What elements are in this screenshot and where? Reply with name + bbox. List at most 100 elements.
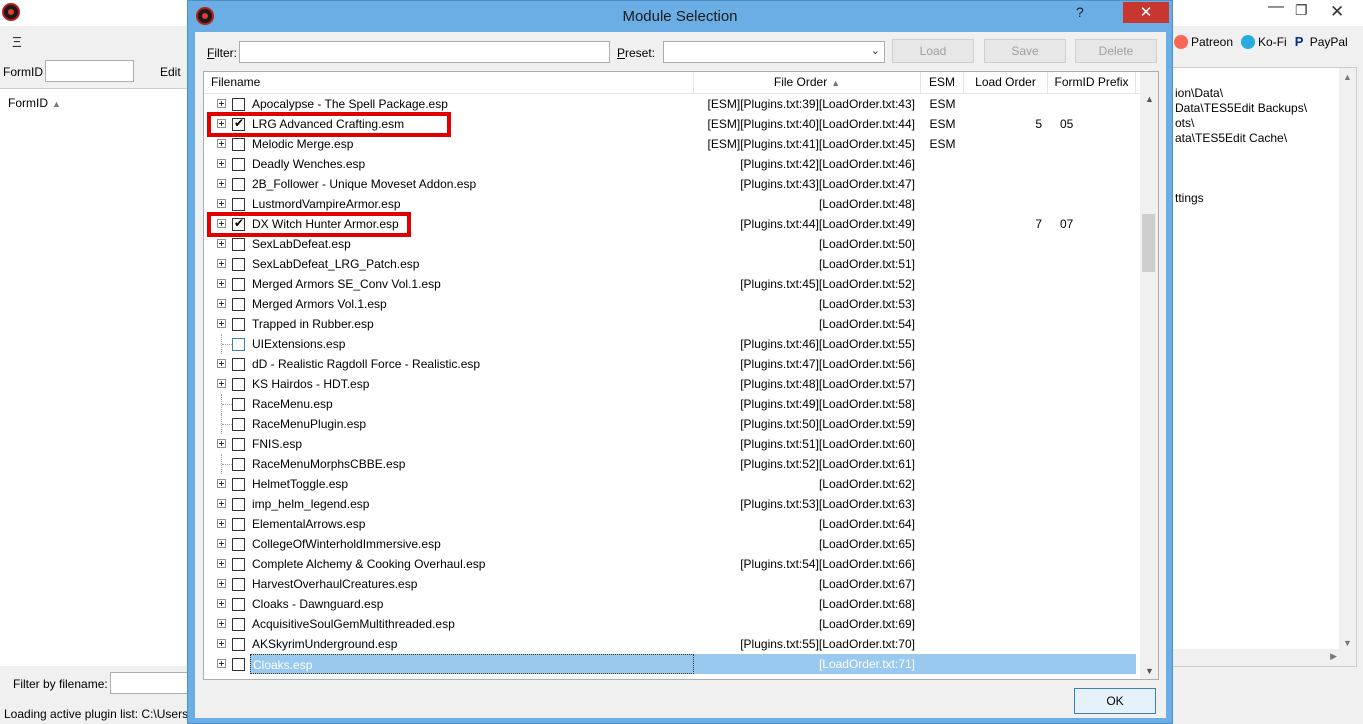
module-row[interactable]: Deadly Wenches.esp [Plugins.txt:42][LoadO… (204, 154, 1136, 174)
module-checkbox[interactable] (232, 418, 245, 431)
expand-plus-icon[interactable] (217, 619, 226, 628)
module-checkbox[interactable] (232, 598, 245, 611)
module-row[interactable]: Complete Alchemy & Cooking Overhaul.esp [… (204, 554, 1136, 574)
module-checkbox[interactable] (232, 378, 245, 391)
scroll-down-icon[interactable]: ▼ (1343, 638, 1352, 648)
module-row[interactable]: RaceMenuPlugin.esp [Plugins.txt:50][LoadO… (204, 414, 1136, 434)
expand-plus-icon[interactable] (217, 599, 226, 608)
module-checkbox[interactable] (232, 498, 245, 511)
expand-plus-icon[interactable] (217, 159, 226, 168)
module-checkbox[interactable] (232, 578, 245, 591)
module-row[interactable]: ElementalArrows.esp [LoadOrder.txt:64] (204, 514, 1136, 534)
expand-plus-icon[interactable] (217, 279, 226, 288)
module-row[interactable]: RaceMenuMorphsCBBE.esp [Plugins.txt:52][L… (204, 454, 1136, 474)
module-checkbox[interactable] (232, 158, 245, 171)
messages-vertical-scrollbar[interactable]: ▲ ▼ (1339, 68, 1356, 666)
module-checkbox[interactable] (232, 398, 245, 411)
module-checkbox[interactable] (232, 238, 245, 251)
load-button[interactable]: Load (892, 39, 974, 63)
expand-plus-icon[interactable] (217, 359, 226, 368)
column-header-filename[interactable]: Filename (204, 72, 694, 93)
module-row[interactable]: AKSkyrimUnderground.esp [Plugins.txt:55][… (204, 634, 1136, 654)
module-row[interactable]: KS Hairdos - HDT.esp [Plugins.txt:48][Loa… (204, 374, 1136, 394)
module-checkbox[interactable] (232, 178, 245, 191)
expand-plus-icon[interactable] (217, 379, 226, 388)
messages-horizontal-scrollbar[interactable]: ▶ (1173, 649, 1340, 666)
dialog-titlebar[interactable]: Module Selection ? ✕ (188, 1, 1172, 32)
module-row[interactable]: 2B_Follower - Unique Moveset Addon.esp [P… (204, 174, 1136, 194)
column-header-file-order[interactable]: File Order ▲ (694, 72, 921, 93)
scrollbar-thumb[interactable] (1142, 214, 1155, 272)
module-checkbox[interactable] (232, 318, 245, 331)
expand-plus-icon[interactable] (217, 239, 226, 248)
patreon-link[interactable]: Patreon (1174, 35, 1233, 49)
module-checkbox[interactable] (232, 298, 245, 311)
module-list[interactable]: Filename File Order ▲ ESM Load Order Form… (203, 71, 1159, 680)
module-row[interactable]: HelmetToggle.esp [LoadOrder.txt:62] (204, 474, 1136, 494)
module-list-scrollbar[interactable]: ▲ ▼ (1140, 72, 1158, 679)
filter-by-filename-input[interactable] (110, 672, 188, 694)
expand-plus-icon[interactable] (217, 99, 226, 108)
paypal-link[interactable]: P PayPal (1295, 35, 1348, 50)
expand-plus-icon[interactable] (217, 179, 226, 188)
kofi-link[interactable]: Ko-Fi (1241, 35, 1287, 49)
expand-plus-icon[interactable] (217, 519, 226, 528)
scroll-up-icon[interactable]: ▲ (1145, 94, 1154, 104)
messages-panel[interactable]: ion\Data\ Data\TES5Edit Backups\ ots\ ata\T… (1172, 67, 1357, 667)
expand-plus-icon[interactable] (217, 479, 226, 488)
module-row[interactable]: UIExtensions.esp [Plugins.txt:46][LoadOrd… (204, 334, 1136, 354)
module-row[interactable]: HarvestOverhaulCreatures.esp [LoadOrder.t… (204, 574, 1136, 594)
expand-plus-icon[interactable] (217, 199, 226, 208)
save-button[interactable]: Save (984, 39, 1066, 63)
help-icon[interactable]: ? (1076, 4, 1084, 20)
column-header-load-order[interactable]: Load Order (964, 72, 1048, 93)
module-checkbox[interactable] (232, 278, 245, 291)
restore-icon[interactable]: ❐ (1295, 2, 1308, 19)
formid-input[interactable] (45, 60, 134, 82)
hamburger-menu-icon[interactable]: Ξ (12, 34, 22, 51)
expand-plus-icon[interactable] (217, 559, 226, 568)
module-checkbox[interactable] (232, 258, 245, 271)
column-header-esm[interactable]: ESM (921, 72, 964, 93)
filter-input[interactable] (239, 41, 610, 63)
expand-plus-icon[interactable] (217, 319, 226, 328)
left-column-header[interactable]: FormID ▲ (8, 96, 61, 110)
scroll-right-icon[interactable]: ▶ (1330, 651, 1337, 662)
expand-plus-icon[interactable] (217, 659, 226, 668)
module-row[interactable]: FNIS.esp [Plugins.txt:51][LoadOrder.txt:6… (204, 434, 1136, 454)
module-checkbox[interactable] (232, 438, 245, 451)
module-row[interactable]: LustmordVampireArmor.esp [LoadOrder.txt:4… (204, 194, 1136, 214)
module-checkbox[interactable] (232, 198, 245, 211)
module-row[interactable]: AcquisitiveSoulGemMultithreaded.esp [Load… (204, 614, 1136, 634)
module-checkbox[interactable] (232, 618, 245, 631)
module-checkbox[interactable] (232, 138, 245, 151)
left-navigation-panel[interactable]: FormID ▲ (0, 88, 188, 666)
module-checkbox[interactable] (232, 538, 245, 551)
delete-button[interactable]: Delete (1075, 39, 1157, 63)
module-checkbox[interactable] (232, 358, 245, 371)
expand-plus-icon[interactable] (217, 539, 226, 548)
expand-plus-icon[interactable] (217, 299, 226, 308)
module-checkbox[interactable] (232, 458, 245, 471)
module-row[interactable]: Melodic Merge.esp [ESM][Plugins.txt:41][L… (204, 134, 1136, 154)
module-checkbox[interactable] (232, 518, 245, 531)
module-row[interactable]: Apocalypse - The Spell Package.esp [ESM][… (204, 94, 1136, 114)
preset-dropdown[interactable]: ⌄ (663, 41, 885, 63)
module-checkbox[interactable] (232, 478, 245, 491)
expand-plus-icon[interactable] (217, 579, 226, 588)
minimize-icon[interactable]: — (1268, 0, 1284, 16)
module-row[interactable]: CollegeOfWinterholdImmersive.esp [LoadOrd… (204, 534, 1136, 554)
module-row[interactable]: SexLabDefeat.esp [LoadOrder.txt:50] (204, 234, 1136, 254)
module-row[interactable]: Cloaks - Dawnguard.esp [LoadOrder.txt:68] (204, 594, 1136, 614)
module-row[interactable]: RaceMenu.esp [Plugins.txt:49][LoadOrder.t… (204, 394, 1136, 414)
module-row[interactable]: Merged Armors Vol.1.esp [LoadOrder.txt:53… (204, 294, 1136, 314)
dialog-close-button[interactable]: ✕ (1123, 2, 1169, 23)
expand-plus-icon[interactable] (217, 499, 226, 508)
column-header-formid-prefix[interactable]: FormID Prefix (1048, 72, 1136, 93)
module-row[interactable]: SexLabDefeat_LRG_Patch.esp [LoadOrder.txt… (204, 254, 1136, 274)
scroll-down-icon[interactable]: ▼ (1145, 666, 1154, 676)
module-row[interactable]: imp_helm_legend.esp [Plugins.txt:53][Load… (204, 494, 1136, 514)
module-checkbox[interactable] (232, 658, 245, 671)
module-row[interactable]: Merged Armors SE_Conv Vol.1.esp [Plugins.… (204, 274, 1136, 294)
close-icon[interactable]: ✕ (1330, 2, 1344, 22)
